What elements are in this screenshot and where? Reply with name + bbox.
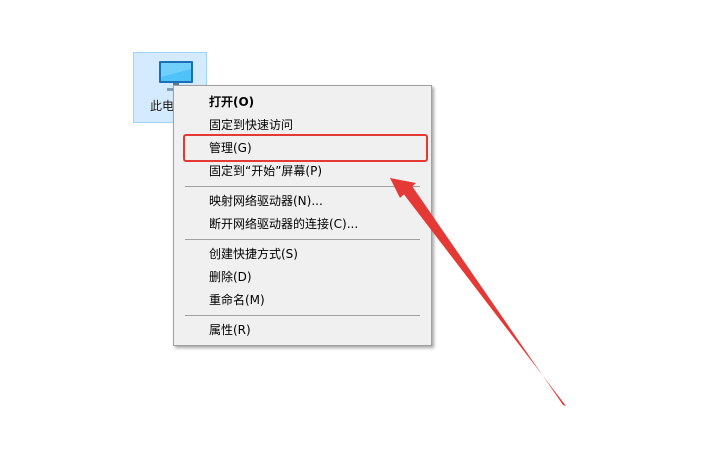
- menu-item-disconnect-network-drive[interactable]: 断开网络驱动器的连接(C)...: [176, 213, 429, 235]
- menu-separator: [185, 315, 420, 316]
- menu-item-pin-quick-access[interactable]: 固定到快速访问: [176, 114, 429, 136]
- menu-separator: [185, 186, 420, 187]
- menu-item-pin-start[interactable]: 固定到“开始”屏幕(P): [176, 160, 429, 182]
- highlight-box: [183, 134, 428, 162]
- menu-item-map-network-drive[interactable]: 映射网络驱动器(N)...: [176, 190, 429, 212]
- menu-item-rename[interactable]: 重命名(M): [176, 289, 429, 311]
- context-menu: 打开(O) 固定到快速访问 管理(G) 固定到“开始”屏幕(P) 映射网络驱动器…: [173, 85, 432, 346]
- menu-item-open[interactable]: 打开(O): [176, 91, 429, 113]
- desktop: 此电脑 打开(O) 固定到快速访问 管理(G) 固定到“开始”屏幕(P) 映射网…: [0, 0, 702, 473]
- menu-item-create-shortcut[interactable]: 创建快捷方式(S): [176, 243, 429, 265]
- menu-item-properties[interactable]: 属性(R): [176, 319, 429, 341]
- menu-separator: [185, 239, 420, 240]
- menu-item-delete[interactable]: 删除(D): [176, 266, 429, 288]
